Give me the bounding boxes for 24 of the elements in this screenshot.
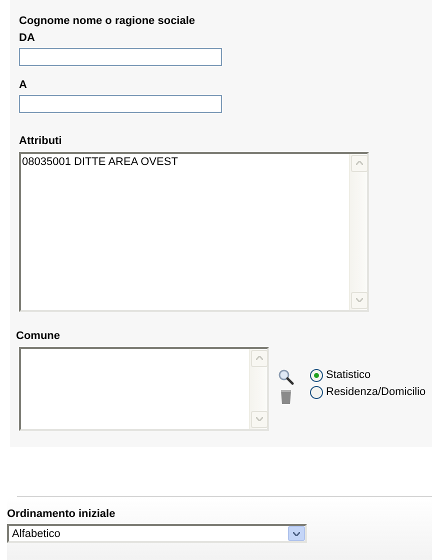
radio-option[interactable]: Statistico xyxy=(310,368,426,382)
caret-icon xyxy=(293,532,300,536)
section-title: Cognome nome o ragione sociale xyxy=(19,14,196,28)
field-label: Comune xyxy=(16,328,61,343)
list-box[interactable]: 08035001 DITTE AREA OVEST xyxy=(19,152,369,312)
radio-button[interactable] xyxy=(310,386,323,399)
field-label: DA xyxy=(19,31,36,45)
scroll-up-icon xyxy=(256,356,263,360)
list-item[interactable]: 08035001 DITTE AREA OVEST xyxy=(22,156,348,169)
field-label: Ordinamento iniziale xyxy=(7,507,116,521)
scroll-down-icon xyxy=(356,298,363,302)
list-box[interactable] xyxy=(19,346,269,431)
input-field[interactable] xyxy=(19,94,222,113)
field-label: A xyxy=(19,78,28,92)
scrollbar[interactable] xyxy=(349,154,367,310)
field-label: Attributi xyxy=(19,134,63,148)
radio-button[interactable] xyxy=(310,368,323,382)
dropdown[interactable]: Alfabetico xyxy=(7,524,307,543)
scrollbar[interactable] xyxy=(249,348,267,429)
input-field[interactable] xyxy=(19,48,222,66)
radio-option[interactable]: Residenza/Domicilio xyxy=(310,386,426,399)
search-icon[interactable] xyxy=(278,368,294,385)
scroll-up-icon xyxy=(356,161,363,166)
scroll-down-icon xyxy=(256,417,263,422)
